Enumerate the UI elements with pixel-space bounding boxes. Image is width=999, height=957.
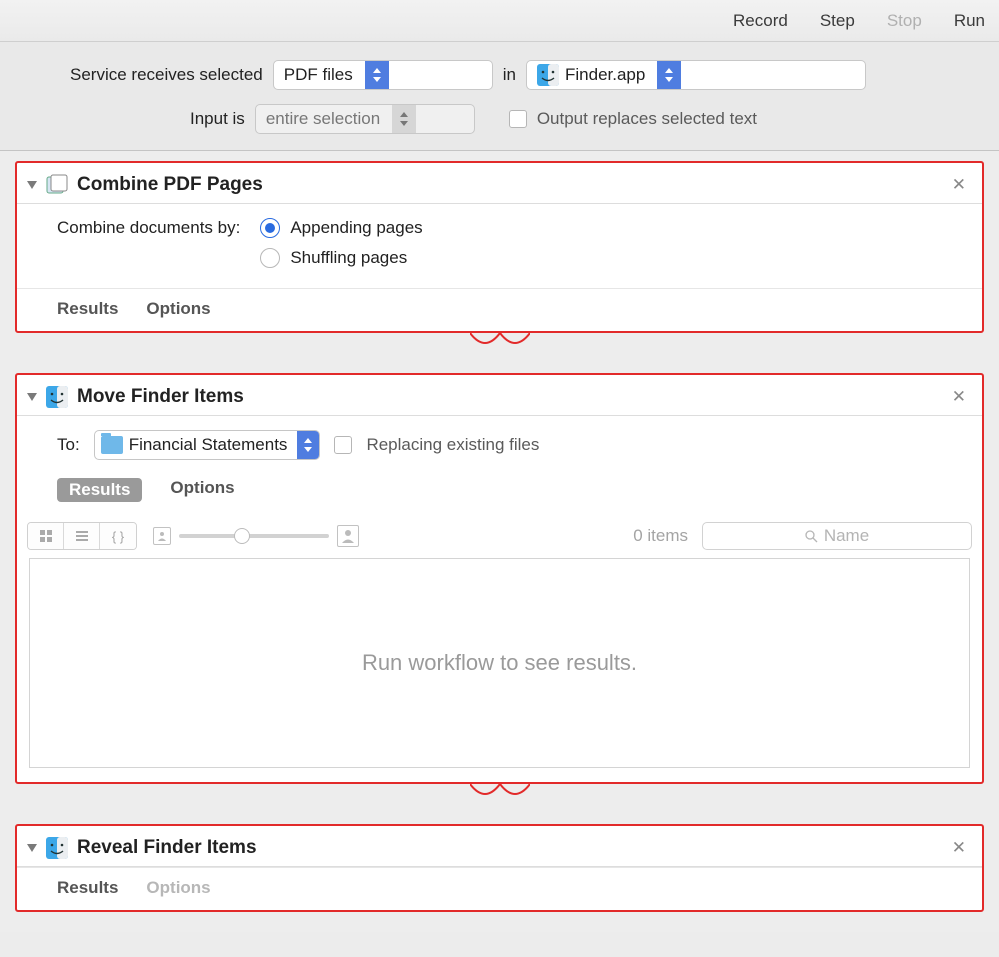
thumbnail-size-slider	[153, 525, 359, 547]
slider-knob[interactable]	[234, 528, 250, 544]
close-icon[interactable]: ✕	[948, 175, 970, 195]
action-combine-pdf: Combine PDF Pages ✕ Combine documents by…	[15, 161, 984, 333]
workflow-canvas: Combine PDF Pages ✕ Combine documents by…	[0, 151, 999, 932]
search-placeholder: Name	[824, 526, 869, 546]
record-button[interactable]: Record	[733, 11, 788, 31]
braces-view-button[interactable]: { }	[100, 523, 136, 549]
input-type-value: PDF files	[284, 65, 365, 85]
chevron-updown-icon	[297, 431, 319, 459]
results-toolbar: { } 0 items Name	[17, 514, 982, 558]
combine-by-label: Combine documents by:	[57, 218, 240, 238]
empty-message: Run workflow to see results.	[362, 650, 637, 676]
results-search[interactable]: Name	[702, 522, 972, 550]
chevron-updown-icon	[657, 61, 681, 89]
folder-icon	[101, 436, 123, 454]
action-reveal-finder: Reveal Finder Items ✕ Results Options	[15, 824, 984, 912]
action-move-finder: Move Finder Items ✕ To: Financial Statem…	[15, 373, 984, 784]
stop-button: Stop	[887, 11, 922, 31]
app-select[interactable]: Finder.app	[526, 60, 866, 90]
icon-view-button[interactable]	[28, 523, 64, 549]
in-label: in	[503, 65, 516, 85]
action-title: Reveal Finder Items	[77, 837, 257, 859]
disclosure-triangle-icon[interactable]	[27, 844, 37, 852]
person-small-icon	[153, 527, 171, 545]
results-tab[interactable]: Results	[57, 878, 118, 898]
items-count: 0 items	[633, 526, 688, 546]
action-title: Move Finder Items	[77, 386, 244, 408]
list-view-button[interactable]	[64, 523, 100, 549]
inputis-select: entire selection	[255, 104, 475, 134]
output-replace-checkbox	[509, 110, 527, 128]
app-value: Finder.app	[565, 65, 657, 85]
close-icon[interactable]: ✕	[948, 838, 970, 858]
search-icon	[805, 530, 818, 543]
results-tab[interactable]: Results	[57, 478, 142, 502]
finder-icon	[537, 64, 559, 86]
destination-folder-select[interactable]: Financial Statements	[94, 430, 321, 460]
inputis-value: entire selection	[266, 109, 392, 129]
replace-checkbox[interactable]	[334, 436, 352, 454]
radio-append[interactable]: Appending pages	[260, 218, 422, 238]
input-type-select[interactable]: PDF files	[273, 60, 493, 90]
destination-folder-value: Financial Statements	[129, 435, 298, 455]
results-tab[interactable]: Results	[57, 299, 118, 319]
finder-icon	[45, 385, 69, 409]
disclosure-triangle-icon[interactable]	[27, 181, 37, 189]
results-empty-state: Run workflow to see results.	[29, 558, 970, 768]
to-label: To:	[57, 435, 80, 455]
chevron-updown-icon	[392, 105, 416, 133]
step-button[interactable]: Step	[820, 11, 855, 31]
radio-append-label: Appending pages	[290, 218, 422, 238]
service-config: Service receives selected PDF files in F…	[0, 42, 999, 151]
receives-label: Service receives selected	[70, 65, 263, 85]
person-large-icon	[337, 525, 359, 547]
finder-icon	[45, 836, 69, 860]
inputis-label: Input is	[190, 109, 245, 129]
radio-shuffle-label: Shuffling pages	[290, 248, 407, 268]
radio-shuffle[interactable]: Shuffling pages	[260, 248, 422, 268]
run-button[interactable]: Run	[954, 11, 985, 31]
options-tab[interactable]: Options	[146, 299, 210, 319]
chevron-updown-icon	[365, 61, 389, 89]
action-connector	[15, 782, 984, 804]
close-icon[interactable]: ✕	[948, 387, 970, 407]
radio-icon	[260, 248, 280, 268]
options-tab: Options	[146, 878, 210, 898]
disclosure-triangle-icon[interactable]	[27, 393, 37, 401]
radio-icon	[260, 218, 280, 238]
replace-label: Replacing existing files	[366, 435, 539, 455]
output-replace-label: Output replaces selected text	[537, 109, 757, 129]
top-toolbar: Record Step Stop Run	[0, 0, 999, 42]
slider-track[interactable]	[179, 534, 329, 538]
action-connector	[15, 331, 984, 353]
options-tab[interactable]: Options	[170, 478, 234, 502]
pdf-action-icon	[45, 173, 69, 197]
view-mode-segment: { }	[27, 522, 137, 550]
action-title: Combine PDF Pages	[77, 174, 263, 196]
